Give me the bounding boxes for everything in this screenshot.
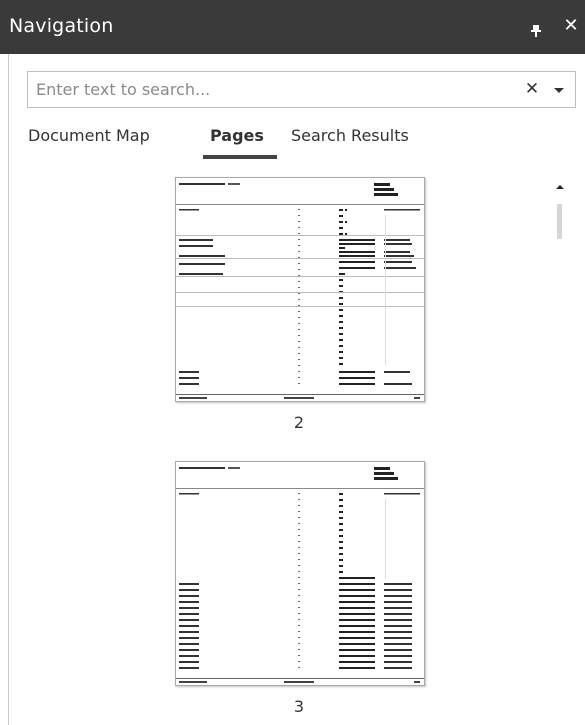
panel-title: Navigation bbox=[9, 15, 114, 37]
page-preview-graphic bbox=[176, 183, 424, 399]
scroll-up-icon[interactable] bbox=[554, 176, 566, 189]
pin-icon[interactable] bbox=[531, 22, 541, 37]
page-thumbnail[interactable] bbox=[175, 461, 425, 686]
page-number-label: 3 bbox=[293, 697, 305, 716]
search-input[interactable] bbox=[28, 72, 508, 107]
page-preview-graphic bbox=[176, 467, 424, 683]
active-tab-indicator bbox=[203, 155, 277, 159]
scrollbar-thumb[interactable] bbox=[557, 204, 562, 239]
chevron-down-icon[interactable] bbox=[550, 82, 568, 96]
tab-search-results[interactable]: Search Results bbox=[291, 126, 409, 145]
close-icon[interactable]: ✕ bbox=[561, 15, 581, 37]
tab-strip: Document Map Pages Search Results bbox=[0, 120, 585, 160]
search-box: ✕ bbox=[27, 71, 576, 108]
panel-title-bar: Navigation ✕ bbox=[0, 0, 585, 54]
tab-document-map[interactable]: Document Map bbox=[28, 126, 150, 145]
page-thumbnail[interactable] bbox=[175, 177, 425, 402]
tab-pages[interactable]: Pages bbox=[210, 126, 264, 145]
clear-icon[interactable]: ✕ bbox=[521, 78, 543, 100]
page-number-label: 2 bbox=[293, 413, 305, 432]
